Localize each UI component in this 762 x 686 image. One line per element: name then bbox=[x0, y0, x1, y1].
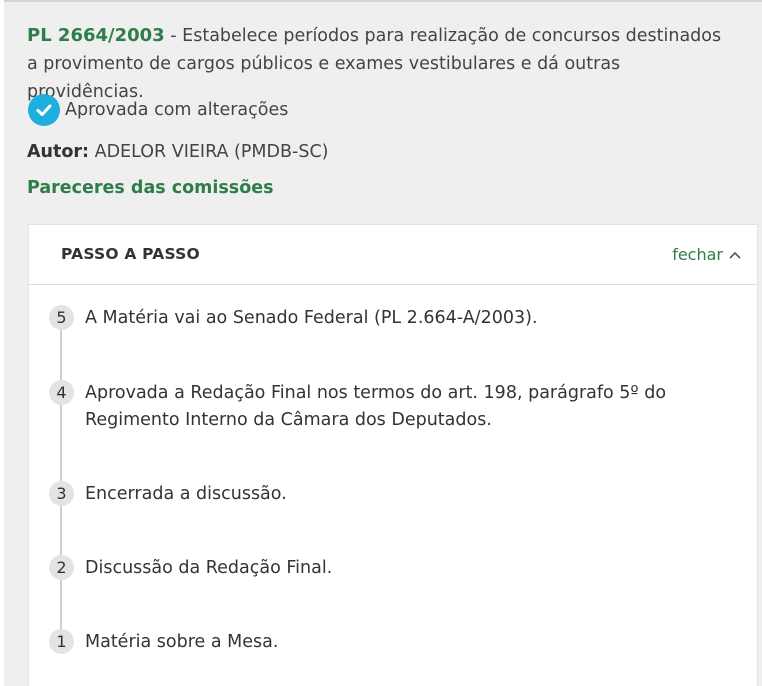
step-number: 5 bbox=[49, 305, 74, 330]
toggle-label: fechar bbox=[672, 245, 723, 264]
step-number: 4 bbox=[49, 380, 74, 405]
separator: - bbox=[164, 26, 183, 46]
chevron-up-icon bbox=[729, 251, 741, 259]
step-text: A Matéria vai ao Senado Federal (PL 2.66… bbox=[85, 308, 538, 328]
author-label: Autor: bbox=[27, 142, 90, 162]
steps-card-header: PASSO A PASSO fechar bbox=[29, 225, 757, 285]
step-number: 2 bbox=[49, 555, 74, 580]
close-toggle-button[interactable]: fechar bbox=[672, 245, 741, 264]
step-text: Discussão da Redação Final. bbox=[85, 558, 333, 578]
step-number: 1 bbox=[49, 629, 74, 654]
committees-link[interactable]: Pareceres das comissões bbox=[27, 178, 274, 198]
check-circle-icon bbox=[28, 94, 60, 126]
status-row: Aprovada com alterações bbox=[28, 94, 288, 126]
step-number: 3 bbox=[49, 481, 74, 506]
steps-card: PASSO A PASSO fechar 5 A Matéria vai ao … bbox=[28, 224, 758, 686]
author-value: ADELOR VIEIRA (PMDB-SC) bbox=[89, 142, 329, 162]
step-text: Encerrada a discussão. bbox=[85, 484, 287, 504]
proposal-panel: PL 2664/2003 - Estabelece períodos para … bbox=[4, 0, 762, 686]
steps-title: PASSO A PASSO bbox=[61, 245, 200, 263]
status-text: Aprovada com alterações bbox=[65, 100, 289, 120]
step-text: Matéria sobre a Mesa. bbox=[85, 632, 279, 652]
step-text: Aprovada a Redação Final nos termos do a… bbox=[85, 383, 667, 430]
author-row: Autor: ADELOR VIEIRA (PMDB-SC) bbox=[27, 142, 329, 162]
proposal-code-link[interactable]: PL 2664/2003 bbox=[27, 25, 165, 46]
